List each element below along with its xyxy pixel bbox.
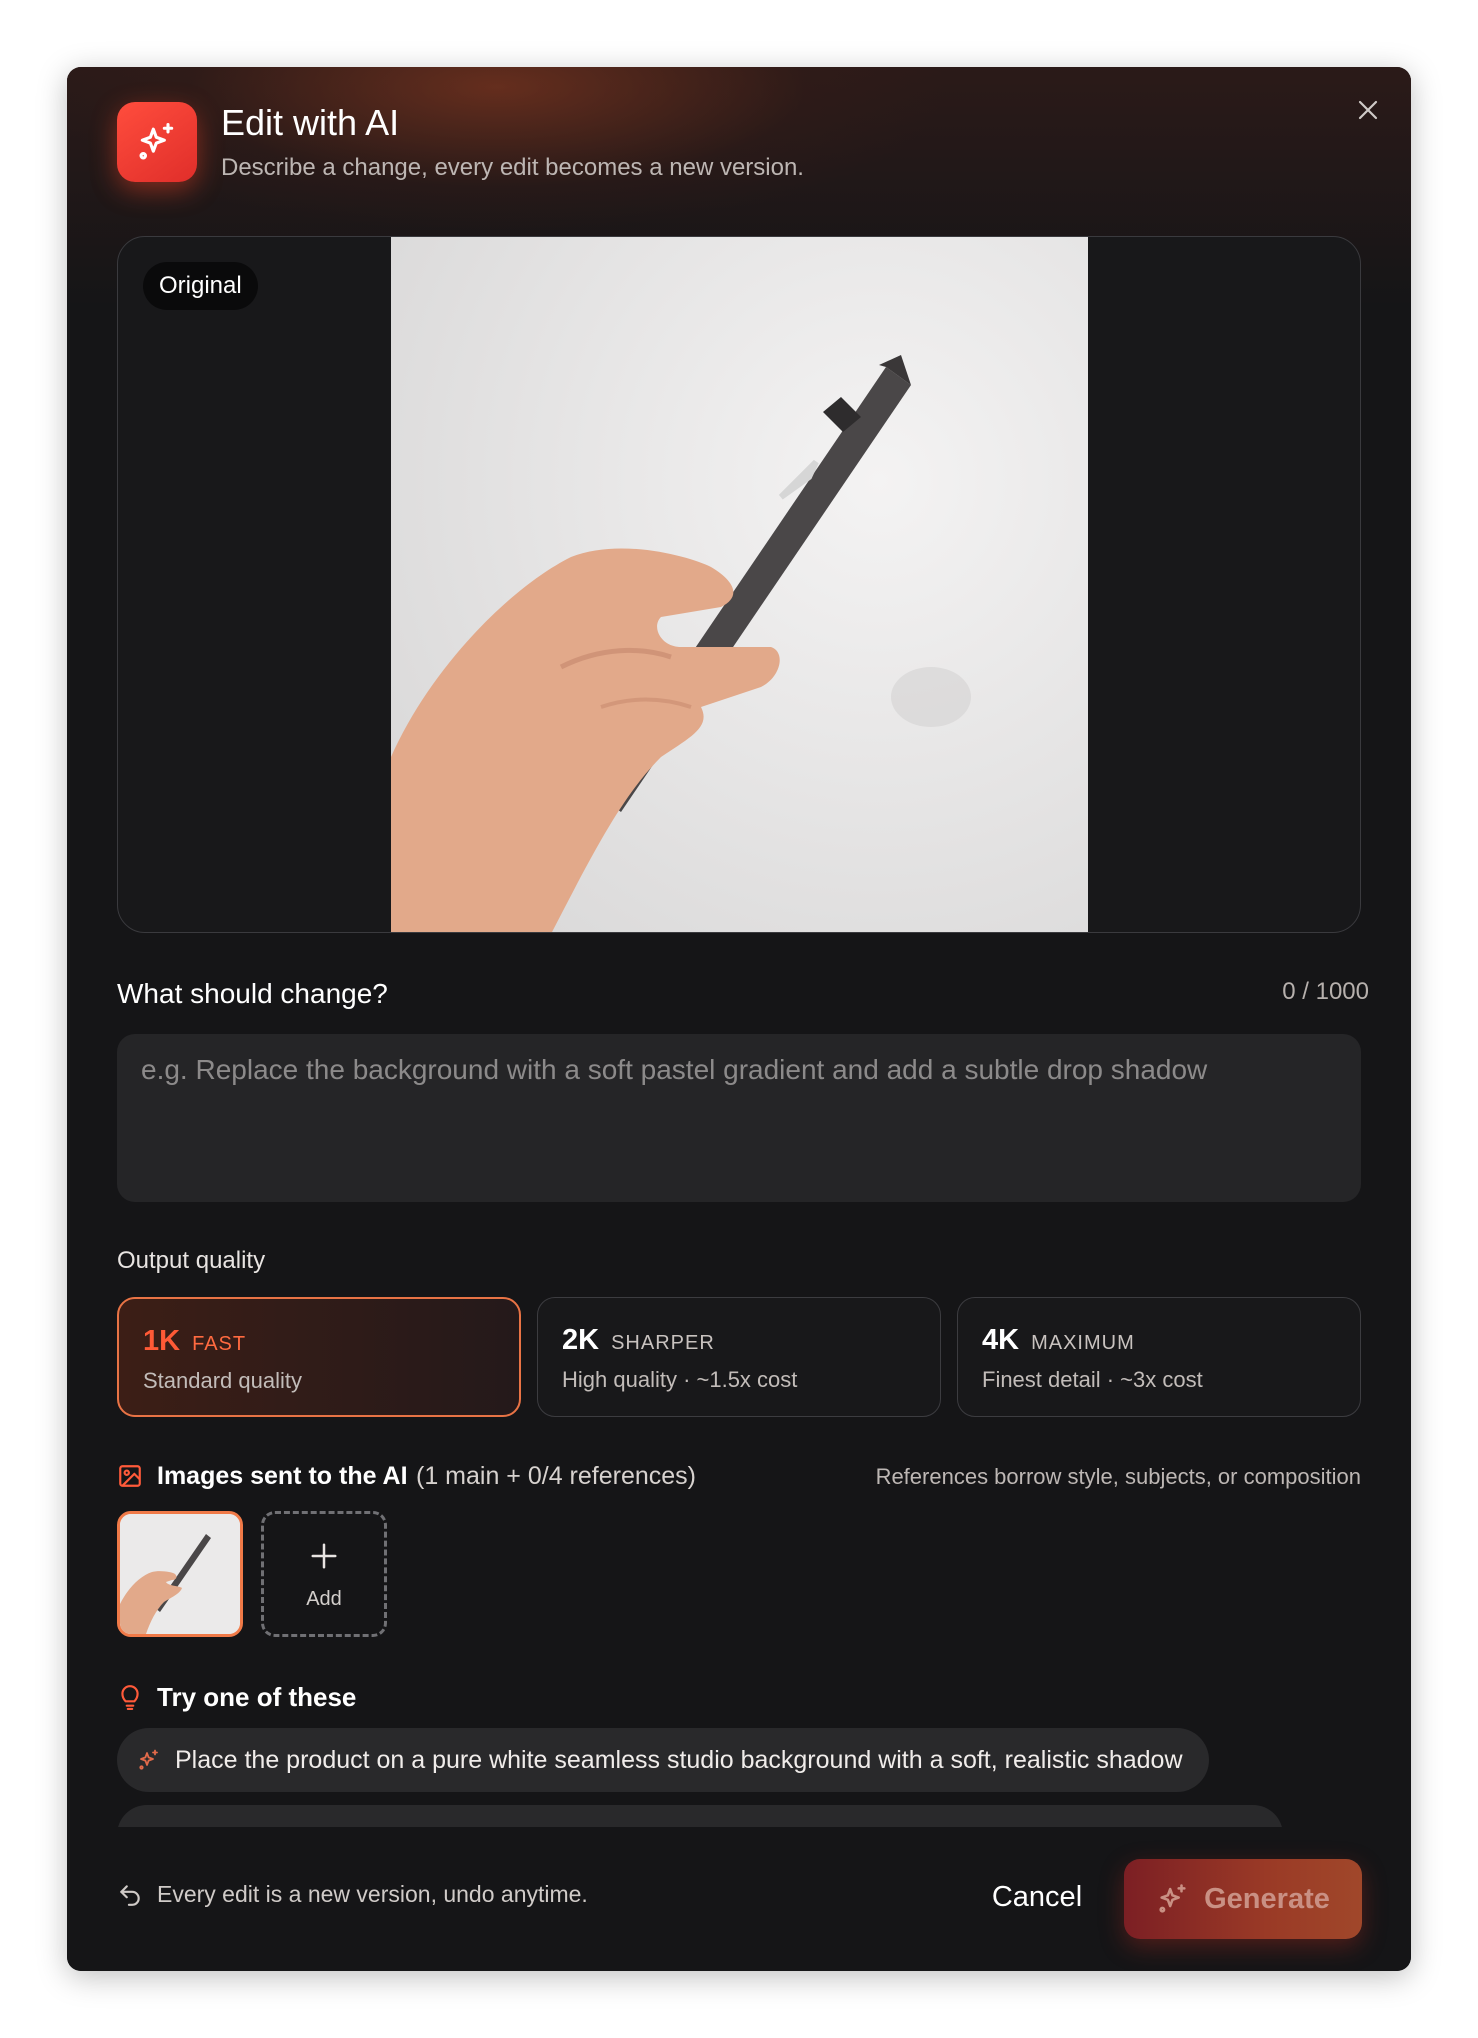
add-reference-button[interactable]: Add: [261, 1511, 387, 1637]
sparkle-icon: [117, 102, 197, 182]
dialog-subtitle: Describe a change, every edit becomes a …: [221, 154, 804, 181]
quality-main: 2K: [562, 1324, 600, 1356]
cancel-button[interactable]: Cancel: [967, 1867, 1107, 1927]
quality-desc: Finest detail · ~3x cost: [982, 1367, 1203, 1392]
close-icon: [1358, 100, 1378, 120]
prompt-input[interactable]: [117, 1034, 1361, 1202]
prompt-label: What should change?: [117, 978, 388, 1009]
image-preview: Original: [117, 236, 1361, 933]
quality-tag: MAXIMUM: [1031, 1332, 1135, 1354]
char-counter: 0 / 1000: [1282, 978, 1369, 1005]
images-count: (1 main + 0/4 references): [416, 1462, 696, 1490]
suggestion-text: Place the product on a pure white seamle…: [175, 1745, 1183, 1774]
quality-main: 4K: [982, 1324, 1020, 1356]
original-image: [391, 237, 1088, 932]
suggestion-chip[interactable]: Place the product on a pure white seamle…: [117, 1728, 1209, 1792]
images-hint: References borrow style, subjects, or co…: [875, 1464, 1361, 1489]
generate-button[interactable]: Generate: [1124, 1859, 1362, 1939]
quality-tag: FAST: [192, 1333, 247, 1355]
dialog-title: Edit with AI: [221, 102, 400, 143]
main-image-thumbnail[interactable]: [117, 1511, 243, 1637]
sparkle-icon: [1159, 1884, 1186, 1913]
suggestions-title: Try one of these: [157, 1682, 357, 1712]
close-button[interactable]: [1350, 92, 1386, 128]
quality-label: Output quality: [117, 1247, 266, 1274]
original-badge: Original: [143, 262, 258, 310]
plus-icon: [309, 1538, 339, 1578]
quality-option-2k[interactable]: 2K SHARPER High quality · ~1.5x cost: [537, 1297, 941, 1417]
quality-option-1k[interactable]: 1K FAST Standard quality: [117, 1297, 521, 1417]
footer-note-text: Every edit is a new version, undo anytim…: [157, 1881, 588, 1907]
quality-desc: High quality · ~1.5x cost: [562, 1367, 798, 1392]
quality-option-4k[interactable]: 4K MAXIMUM Finest detail · ~3x cost: [957, 1297, 1361, 1417]
images-header: Images sent to the AI (1 main + 0/4 refe…: [117, 1460, 1361, 1494]
edit-with-ai-dialog: Edit with AI Describe a change, every ed…: [67, 67, 1411, 1971]
sparkle-icon: [139, 1749, 158, 1770]
undo-icon: [120, 1885, 140, 1906]
add-label: Add: [306, 1587, 342, 1610]
quality-tag: SHARPER: [611, 1332, 715, 1354]
dialog-header: Edit with AI Describe a change, every ed…: [117, 102, 1367, 192]
image-icon: [119, 1465, 141, 1487]
images-title: Images sent to the AI: [157, 1462, 408, 1490]
lightbulb-icon: [121, 1685, 139, 1710]
quality-desc: Standard quality: [143, 1368, 302, 1393]
generate-label: Generate: [1204, 1882, 1330, 1915]
quality-main: 1K: [143, 1325, 181, 1357]
